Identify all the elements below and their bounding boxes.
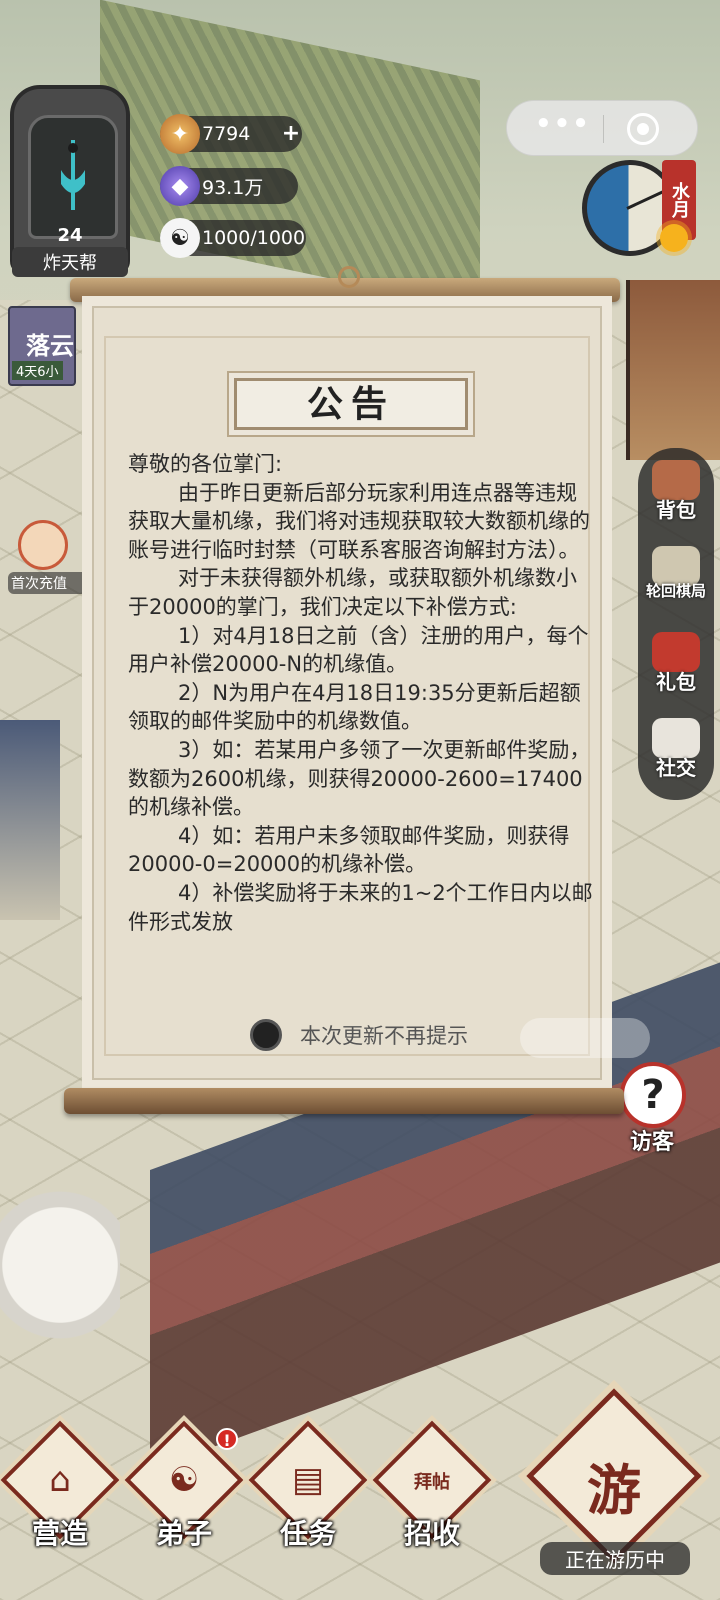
nav-label: 弟子 [155,1517,212,1550]
more-options-icon[interactable]: ••• [535,109,591,139]
nav-label: 招收 [403,1517,460,1550]
nav-disciples[interactable]: ☯ 弟子 ! [124,1420,244,1590]
cloud-swirl-icon: 游 [587,1459,641,1522]
announcement-title: 公告 [306,383,395,425]
side-item-label: 轮回棋局 [645,582,706,600]
side-item-label: 社交 [656,756,696,780]
capsule-divider [603,115,604,143]
announcement-paragraph: 2）N为用户在4月18日19:35分更新后超额领取的邮件奖励中的机缘数值。 [128,680,581,734]
nav-label: 任务 [279,1517,336,1550]
scroll-hanger [338,266,360,288]
event-banner[interactable]: 落云 4天6小 [8,306,76,386]
tower-building [626,280,720,460]
disciple-icon: ☯ [168,1460,200,1500]
crystal-value: 93.1万 [202,176,264,199]
stamina-resource: ☯ 1000/1000 [160,218,306,258]
travel-button[interactable]: 游 正在游历中 [526,1388,702,1590]
side-item-social[interactable]: 社交 [638,712,714,796]
event-title: 落云 [26,332,74,360]
side-menu: 背包 轮回棋局 礼包 社交 [638,448,714,800]
travel-status: 正在游历中 [540,1542,690,1575]
blossom-tree [0,1180,120,1350]
announcement-paragraph: 4）如：若用户未多领取邮件奖励，则获得20000-0=20000的机缘补偿。 [128,823,570,877]
announcement-paragraph: 3）如：若某用户多领了一次更新邮件奖励，数额为2600机缘，则获得20000-2… [128,737,591,820]
side-item-label: 背包 [656,498,696,522]
announcement-paragraph: 对于未获得额外机缘，或获取额外机缘数小于20000的掌门，我们决定以下补偿方式: [128,566,577,619]
miniprogram-capsule: ••• [506,100,698,156]
first-charge-avatar-icon [18,520,68,570]
dont-show-again-toggle[interactable]: 本次更新不再提示 [250,1018,468,1052]
cloud-decoration [520,1018,650,1058]
side-item-label: 礼包 [656,670,696,694]
side-item-backpack[interactable]: 背包 [638,454,714,538]
nav-recruit[interactable]: 拜帖 招收 [372,1420,492,1590]
stamina-value: 1000/1000 [202,227,306,249]
crystal-icon: ◆ [160,166,200,206]
side-item-gift[interactable]: 礼包 [638,626,714,710]
trident-icon [61,140,85,210]
event-timer: 4天6小 [12,361,63,380]
nav-label: 营造 [31,1517,88,1550]
close-miniprogram-icon[interactable] [627,113,659,145]
spirit-stone-icon: ✦ [160,114,200,154]
announcement-greeting: 尊敬的各位掌门: [128,452,283,476]
visitor-label: 访客 [629,1130,674,1155]
first-charge-button[interactable]: 首次充值 [8,520,104,600]
dont-show-radio[interactable] [250,1019,282,1051]
dial-hand [626,190,664,210]
sect-emblem-frame [28,115,118,239]
announcement-paragraph: 1）对4月18日之前（含）注册的用户，每个用户补偿20000-N的机缘值。 [128,623,589,677]
bottom-nav: ⌂ 营造 ☯ 弟子 ! ▤ 任务 拜帖 招收 游 正在游历中 [0,1388,720,1600]
scroll-icon: ▤ [291,1460,325,1500]
sect-name: 炸天帮 [12,247,128,277]
crystal-resource: ◆ 93.1万 [160,166,298,206]
sect-emblem[interactable]: 24 炸天帮 [10,85,130,277]
visitor-button[interactable]: ? 访客 [612,1062,692,1155]
spirit-value: 7794 [202,123,251,145]
sun-icon [660,224,688,252]
pavilion-icon: ⌂ [49,1460,71,1500]
sect-level: 24 [57,225,83,246]
side-building [0,720,60,920]
notification-badge: ! [216,1428,238,1450]
nav-build[interactable]: ⌂ 营造 [0,1420,120,1590]
yin-yang-icon: ☯ [160,218,200,258]
announcement-paragraph: 4）补偿奖励将于未来的1~2个工作日内以邮件形式发放 [128,880,593,934]
dont-show-label: 本次更新不再提示 [300,1024,468,1048]
side-item-chess[interactable]: 轮回棋局 [638,540,714,624]
invitation-card-icon: 拜帖 [414,1472,450,1493]
scroll-rod-bottom [64,1088,624,1114]
announcement-paragraph: 由于昨日更新后部分玩家利用连点器等违规获取大量机缘，我们将对违规获取较大数额机缘… [128,480,590,562]
question-icon: ? [620,1062,686,1128]
announcement-body[interactable]: 尊敬的各位掌门: 由于昨日更新后部分玩家利用连点器等违规获取大量机缘，我们将对违… [128,450,594,998]
add-spirit-button[interactable]: + [280,123,302,146]
nav-tasks[interactable]: ▤ 任务 [248,1420,368,1590]
announcement-title-box: 公告 [234,378,468,430]
